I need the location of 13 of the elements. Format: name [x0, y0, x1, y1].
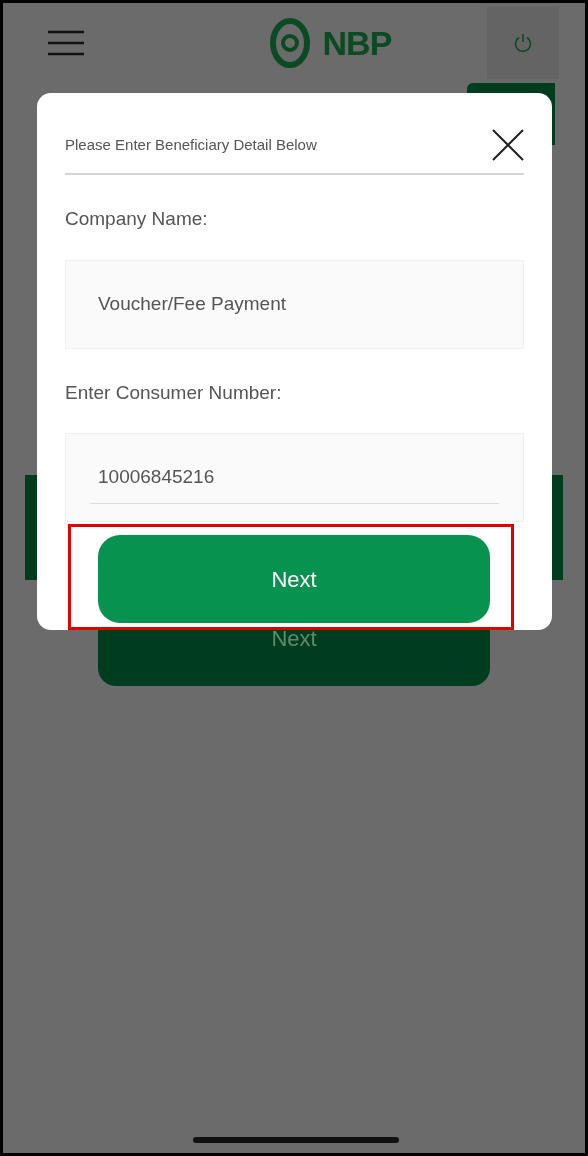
input-field[interactable]: Voucher/Fee Payment — [65, 259, 524, 349]
dialog-title: Please Enter Beneficiary Detail Below — [65, 134, 317, 155]
power-icon — [513, 33, 533, 53]
logo-icon — [270, 18, 311, 68]
input-field[interactable]: 10006845216 — [65, 433, 524, 522]
close-icon[interactable] — [492, 129, 524, 161]
next-button[interactable]: Next — [98, 535, 490, 623]
field-label: Enter Consumer Number: — [65, 380, 283, 405]
field-value: Voucher/Fee Payment — [97, 291, 287, 316]
logo-text: NBP — [322, 22, 392, 64]
field-value: 10006845216 — [90, 450, 499, 505]
field-label: Company Name: — [65, 207, 209, 231]
menu-icon[interactable] — [47, 30, 85, 56]
